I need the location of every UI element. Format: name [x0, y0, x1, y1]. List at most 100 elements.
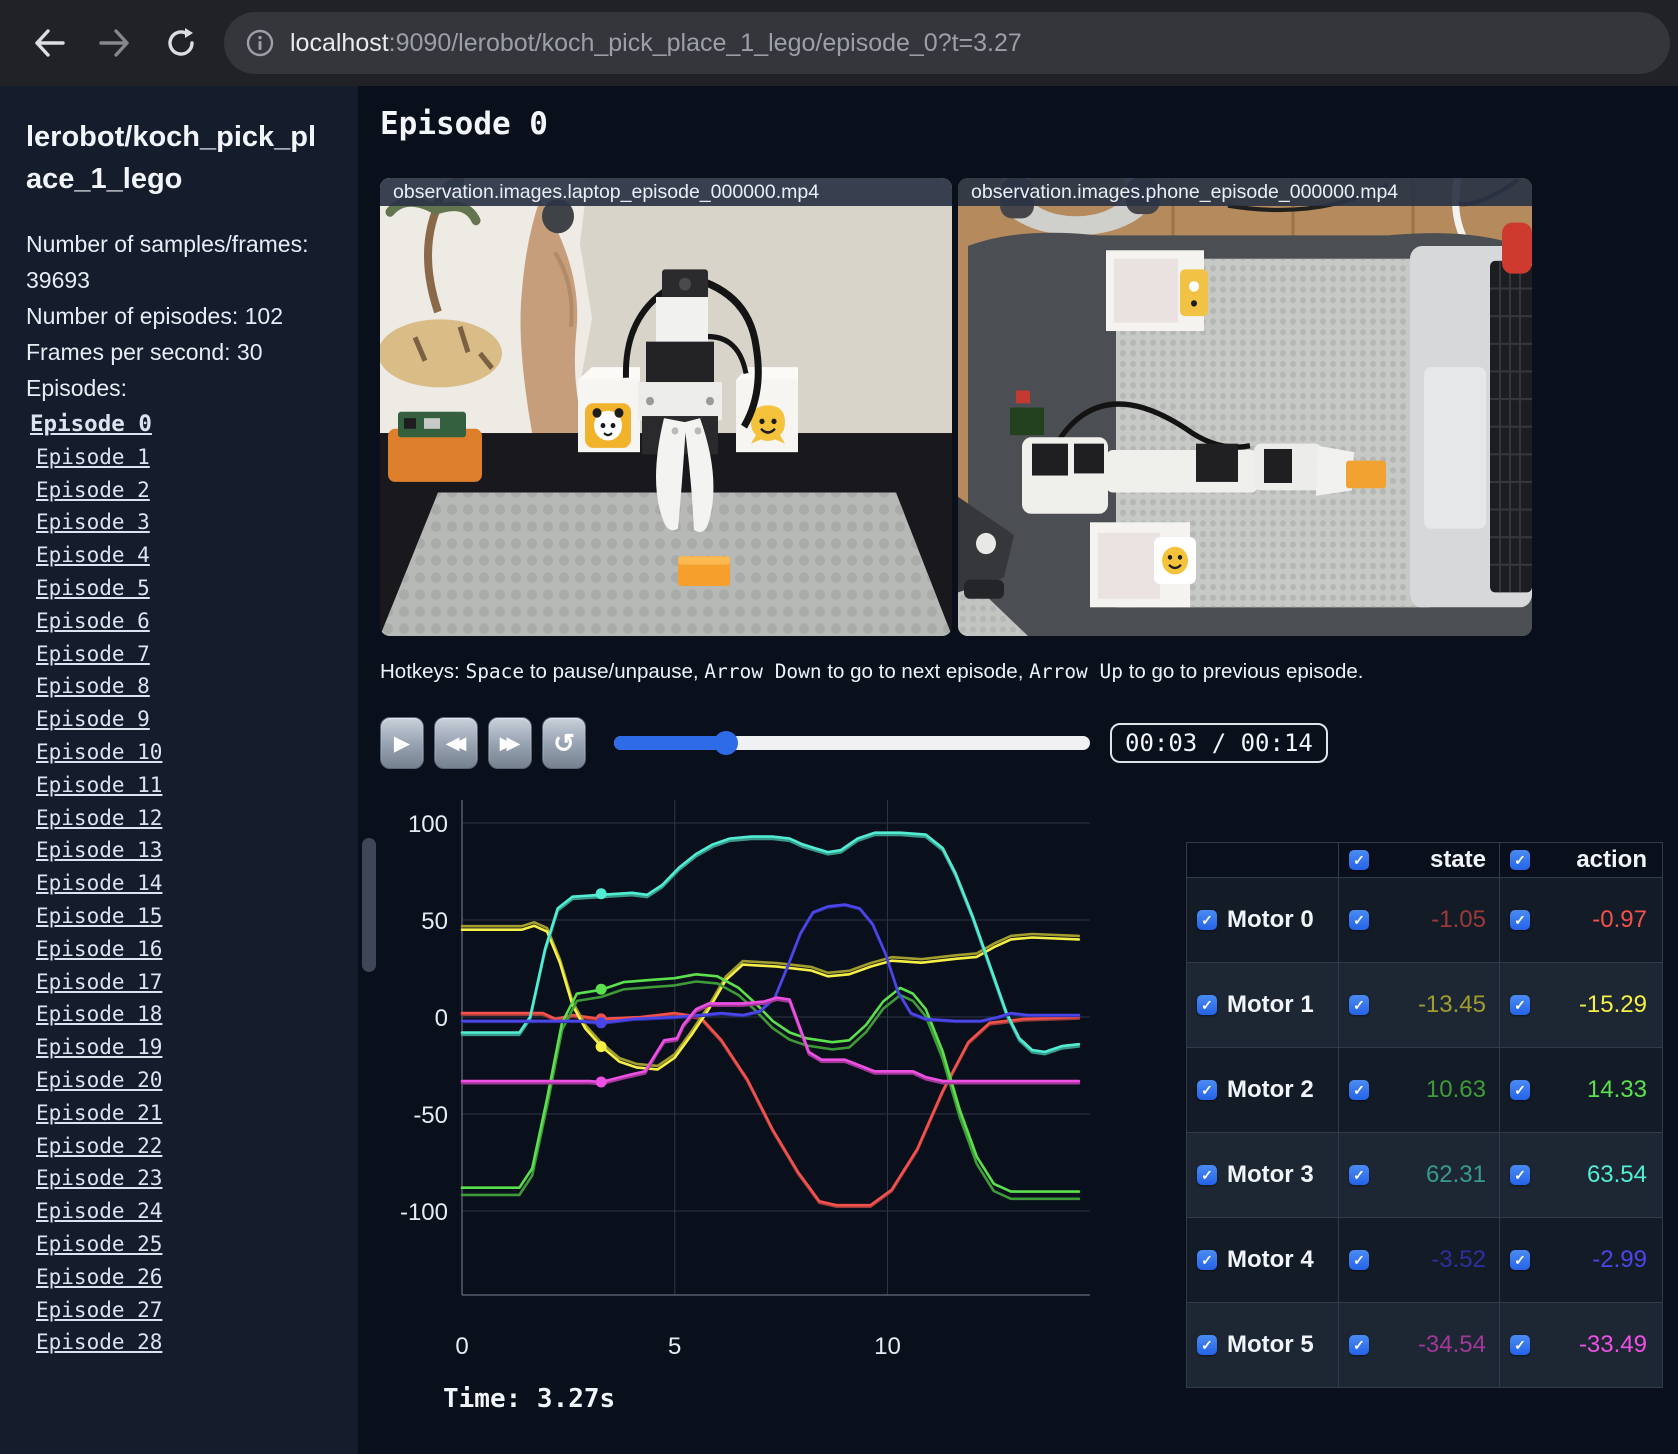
playback-controls: ▶ ◀◀ ▶▶ ↺ 00:03 / 00:14 [380, 716, 1328, 770]
sidebar-episode-link[interactable]: Episode 5 [36, 572, 150, 605]
site-info-icon[interactable] [240, 23, 280, 63]
motor-label: Motor 4 [1227, 1246, 1314, 1273]
check-icon: ✓ [1353, 1167, 1365, 1183]
video-phone-camera[interactable]: observation.images.phone_episode_000000.… [958, 178, 1532, 636]
sidebar-episode-link[interactable]: Episode 28 [36, 1326, 162, 1359]
checkbox[interactable]: ✓ [1197, 995, 1217, 1015]
checkbox[interactable]: ✓ [1197, 1080, 1217, 1100]
sidebar-episode-link[interactable]: Episode 19 [36, 1031, 162, 1064]
sidebar-episode-link[interactable]: Episode 25 [36, 1228, 162, 1261]
episodes-label: Episodes: [26, 375, 128, 401]
checkbox[interactable]: ✓ [1197, 1335, 1217, 1355]
sidebar-episode-link[interactable]: Episode 26 [36, 1261, 162, 1294]
reload-icon[interactable] [156, 18, 206, 68]
checkbox[interactable]: ✓ [1510, 910, 1530, 930]
check-icon: ✓ [1201, 1252, 1213, 1268]
y-tick-label: -50 [413, 1102, 448, 1129]
sidebar-episode-link[interactable]: Episode 2 [36, 474, 150, 507]
sidebar-episode-link[interactable]: Episode 13 [36, 834, 162, 867]
checkbox[interactable]: ✓ [1197, 1250, 1217, 1270]
sidebar-episode-link[interactable]: Episode 21 [36, 1097, 162, 1130]
episode-list: Episode 0 Episode 1 Episode 2 Episode 3 Epis… [0, 408, 358, 1359]
motor-row: ✓ Motor 2 ✓ 10.63 ✓ 14.33 [1187, 1048, 1662, 1133]
action-value-cell: ✓ -33.49 [1500, 1303, 1660, 1387]
checkbox[interactable]: ✓ [1510, 1080, 1530, 1100]
sidebar-episode-link[interactable]: Episode 12 [36, 802, 162, 835]
sidebar-episode-link[interactable]: Episode 16 [36, 933, 162, 966]
state-value: -3.52 [1431, 1246, 1486, 1273]
play-icon: ▶ [393, 731, 411, 755]
checkbox[interactable]: ✓ [1349, 1080, 1369, 1100]
video-filename: observation.images.laptop_episode_000000… [380, 178, 952, 206]
sidebar-episode-link[interactable]: Episode 10 [36, 736, 162, 769]
check-icon: ✓ [1201, 912, 1213, 928]
sidebar-episode-link[interactable]: Episode 20 [36, 1064, 162, 1097]
checkbox[interactable]: ✓ [1197, 910, 1217, 930]
checkbox[interactable]: ✓ [1349, 1335, 1369, 1355]
forward-icon[interactable] [90, 18, 140, 68]
motor-label: Motor 1 [1227, 991, 1314, 1018]
sidebar-episode-link[interactable]: Episode 15 [36, 900, 162, 933]
state-value-cell: ✓ 10.63 [1339, 1048, 1500, 1132]
x-tick-label: 0 [455, 1333, 468, 1360]
sidebar-episode-link[interactable]: Episode 23 [36, 1162, 162, 1195]
loop-button[interactable]: ↺ [542, 717, 586, 769]
current-time-dot [595, 888, 607, 900]
check-icon: ✓ [1514, 852, 1526, 868]
video-frame-phone[interactable] [958, 178, 1532, 636]
checkbox[interactable]: ✓ [1349, 995, 1369, 1015]
video-frame-laptop[interactable] [380, 178, 952, 636]
sidebar-episode-link[interactable]: Episode 6 [36, 605, 150, 638]
sidebar-episode-link[interactable]: Episode 0 [30, 408, 152, 441]
checkbox[interactable]: ✓ [1349, 1165, 1369, 1185]
stat-samples: Number of samples/frames: 39693 [26, 231, 309, 293]
checkbox[interactable]: ✓ [1510, 1335, 1530, 1355]
video-laptop-camera[interactable]: observation.images.laptop_episode_000000… [380, 178, 952, 636]
check-icon: ✓ [1353, 997, 1365, 1013]
motor-label-cell: ✓ Motor 5 [1187, 1303, 1339, 1387]
checkbox[interactable]: ✓ [1349, 910, 1369, 930]
sidebar-episode-link[interactable]: Episode 22 [36, 1130, 162, 1163]
check-icon: ✓ [1353, 852, 1365, 868]
checkbox[interactable]: ✓ [1510, 995, 1530, 1015]
back-icon[interactable] [24, 18, 74, 68]
dataset-stats: Number of samples/frames: 39693 Number o… [26, 226, 331, 406]
sidebar-episode-link[interactable]: Episode 24 [36, 1195, 162, 1228]
action-value-cell: ✓ 14.33 [1500, 1048, 1660, 1132]
seek-slider-thumb[interactable] [713, 731, 738, 755]
sidebar-episode-link[interactable]: Episode 3 [36, 506, 150, 539]
sidebar-episode-link[interactable]: Episode 27 [36, 1294, 162, 1327]
checkbox[interactable]: ✓ [1510, 1165, 1530, 1185]
scrollbar-thumb[interactable] [362, 838, 376, 972]
sidebar-episode-link[interactable]: Episode 9 [36, 703, 150, 736]
sidebar-episode-link[interactable]: Episode 17 [36, 966, 162, 999]
sidebar-episode-link[interactable]: Episode 7 [36, 638, 150, 671]
checkbox[interactable]: ✓ [1197, 1165, 1217, 1185]
checkbox[interactable]: ✓ [1510, 1250, 1530, 1270]
sidebar-episode-link[interactable]: Episode 8 [36, 670, 150, 703]
action-column-checkbox[interactable]: ✓ [1510, 850, 1530, 870]
play-button[interactable]: ▶ [380, 717, 424, 769]
rewind-icon: ◀◀ [445, 732, 467, 753]
sidebar-episode-link[interactable]: Episode 14 [36, 867, 162, 900]
sidebar-episode-link[interactable]: Episode 11 [36, 769, 162, 802]
action-value-cell: ✓ -2.99 [1500, 1218, 1660, 1302]
checkbox[interactable]: ✓ [1349, 1250, 1369, 1270]
state-value-cell: ✓ -3.52 [1339, 1218, 1500, 1302]
motor-label-cell: ✓ Motor 1 [1187, 963, 1339, 1047]
x-tick-label: 10 [874, 1333, 901, 1360]
seek-slider[interactable] [614, 731, 1090, 755]
check-icon: ✓ [1201, 1337, 1213, 1353]
address-bar[interactable]: localhost:9090/lerobot/koch_pick_place_1… [224, 12, 1670, 74]
sidebar-episode-link[interactable]: Episode 18 [36, 998, 162, 1031]
motor-label: Motor 0 [1227, 906, 1314, 933]
motor-chart[interactable]: 100 50 0 -50 -100 0 5 10 [388, 786, 1178, 1406]
sidebar-episode-link[interactable]: Episode 4 [36, 539, 150, 572]
action-value: -15.29 [1578, 991, 1647, 1018]
state-column-label: state [1429, 846, 1486, 873]
sidebar-episode-link[interactable]: Episode 1 [36, 441, 150, 474]
state-column-checkbox[interactable]: ✓ [1349, 850, 1369, 870]
hotkeys-help: Hotkeys: Space to pause/unpause, Arrow D… [380, 660, 1364, 683]
fast-forward-button[interactable]: ▶▶ [488, 717, 532, 769]
rewind-button[interactable]: ◀◀ [434, 717, 478, 769]
